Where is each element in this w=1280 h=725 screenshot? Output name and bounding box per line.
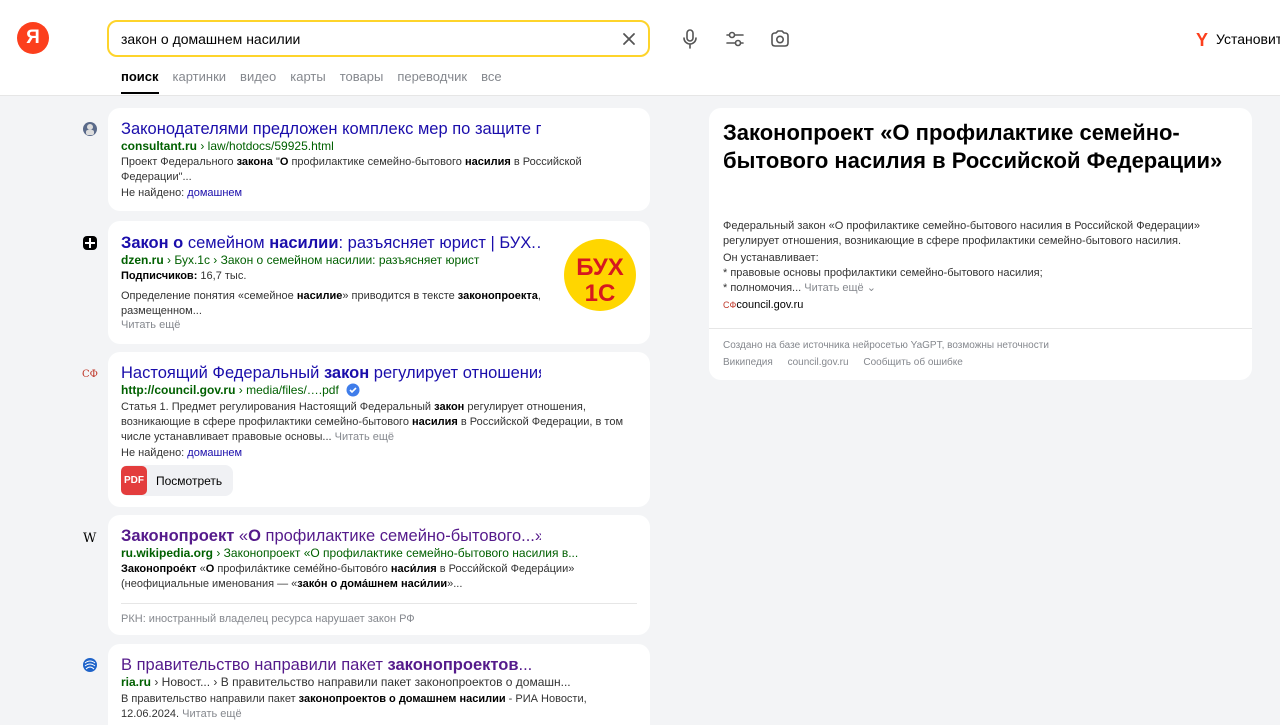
fact-list-item: * полномочия... Читать ещё ⌄ (723, 282, 876, 294)
not-found-word[interactable]: домашнем (187, 187, 242, 199)
result-title[interactable]: Законодателями предложен комплекс мер по… (121, 120, 541, 139)
council-favicon: СФ (723, 300, 737, 310)
tab-products[interactable]: товары (340, 69, 384, 94)
fact-panel: Законопроект «О профилактике семейно-быт… (709, 108, 1252, 380)
result-card-5: В правительство направили пакет законопр… (108, 644, 650, 725)
tab-images[interactable]: картинки (173, 69, 227, 94)
fact-description: Федеральный закон «О профилактике семейн… (723, 220, 1200, 247)
tab-all[interactable]: все (481, 69, 502, 94)
ria-favicon (83, 658, 97, 672)
result-snippet: Определение понятия «семейное насилие» п… (121, 290, 541, 317)
fact-list-heading: Он устанавливает: (723, 252, 819, 264)
council-link[interactable]: council.gov.ru (788, 357, 849, 368)
rkn-notice: РКН: иностранный владелец ресурса наруша… (121, 613, 415, 625)
yandex-browser-icon: Y (1196, 30, 1209, 50)
header: Я YУстановить поиск картинки видео карты… (0, 0, 1280, 96)
read-more-link[interactable]: Читать ещё (121, 318, 636, 333)
wikipedia-favicon: W (83, 531, 97, 545)
result-card-1: Законодателями предложен комплекс мер по… (108, 108, 650, 211)
svg-text:СФ: СФ (82, 369, 98, 380)
result-title[interactable]: В правительство направили пакет законопр… (121, 656, 541, 675)
result-snippet: В правительство направили пакет законопр… (121, 693, 587, 720)
result-snippet: Статья 1. Предмет регулирования Настоящи… (121, 401, 624, 443)
wikipedia-link[interactable]: Википедия (723, 357, 773, 368)
result-snippet: Проект Федерального закона "О профилакти… (121, 156, 582, 183)
result-card-4: Законопроект «О профилактике семейно-быт… (108, 515, 650, 635)
clear-icon[interactable] (620, 30, 638, 48)
search-input[interactable] (121, 29, 611, 49)
not-found-line: Не найдено: домашнем (121, 447, 243, 459)
pdf-view-label: Посмотреть (156, 474, 223, 488)
camera-search-icon[interactable] (769, 28, 791, 50)
tab-search[interactable]: поиск (121, 69, 159, 94)
result-title[interactable]: Закон о семейном насилии: разъясняет юри… (121, 234, 541, 253)
svg-text:W: W (83, 531, 97, 545)
result-title[interactable]: Законопроект «О профилактике семейно-быт… (121, 527, 541, 546)
settings-sliders-icon[interactable] (724, 28, 746, 50)
buh-logo-top-text: БУХ (576, 254, 624, 281)
read-more-link[interactable]: Читать ещё (332, 431, 394, 443)
result-url[interactable]: http://council.gov.ru › media/files/….pd… (121, 383, 360, 397)
install-browser-link[interactable]: YУстановить (1196, 30, 1280, 51)
result-snippet: Законопрое́кт «О профила́ктике семе́йно-… (121, 563, 575, 590)
pdf-icon: PDF (121, 466, 147, 495)
report-error-link[interactable]: Сообщить об ошибке (863, 357, 962, 368)
council-favicon: СФ (82, 369, 98, 380)
result-url[interactable]: dzen.ru › Бух.1с › Закон о семейном наси… (121, 253, 479, 267)
read-more-link[interactable]: Читать ещё (179, 708, 241, 720)
chevron-down-icon[interactable]: ⌄ (864, 282, 876, 294)
search-tabs: поиск картинки видео карты товары перево… (121, 69, 516, 94)
fact-list-item: * правовые основы профилактики семейно-б… (723, 267, 1043, 279)
read-more-link[interactable]: Читать ещё (801, 282, 863, 294)
not-found-word[interactable]: домашнем (187, 447, 242, 459)
buh-1c-logo-mark: БУХ 1С (576, 254, 624, 307)
divider (121, 603, 637, 604)
fact-title: Законопроект «О профилактике семейно-быт… (723, 120, 1223, 173)
result-url[interactable]: consultant.ru › law/hotdocs/59925.html (121, 139, 334, 153)
fact-footer-links: Википедия council.gov.ru Сообщить об оши… (723, 357, 975, 368)
consultant-favicon (83, 122, 97, 136)
tab-video[interactable]: видео (240, 69, 276, 94)
tab-translator[interactable]: переводчик (397, 69, 467, 94)
result-url[interactable]: ria.ru › Новост... › В правительство нап… (121, 675, 571, 689)
result-title[interactable]: Настоящий Федеральный закон регулирует о… (121, 364, 541, 383)
yandex-logo[interactable]: Я (17, 22, 49, 54)
fact-source-link[interactable]: СФcouncil.gov.ru (723, 298, 1233, 313)
microphone-icon[interactable] (679, 28, 701, 50)
divider (709, 328, 1252, 329)
result-card-2: Закон о семейном насилии: разъясняет юри… (108, 221, 650, 344)
buh-logo-bottom-text: 1С (585, 280, 616, 307)
verified-icon (346, 383, 360, 397)
ai-disclaimer: Создано на базе источника нейросетью YaG… (723, 340, 1049, 351)
search-box[interactable] (107, 20, 650, 57)
result-card-3: Настоящий Федеральный закон регулирует о… (108, 352, 650, 507)
pdf-view-button[interactable]: PDF Посмотреть (121, 465, 233, 496)
result-url[interactable]: ru.wikipedia.org › Законопроект «О профи… (121, 546, 578, 560)
tab-maps[interactable]: карты (290, 69, 325, 94)
dzen-favicon (83, 236, 97, 250)
buh-1c-logo: БУХ 1С (564, 239, 636, 311)
not-found-line: Не найдено: домашнем (121, 187, 243, 199)
subscribers-count: Подписчиков: 16,7 тыс. (121, 270, 247, 282)
